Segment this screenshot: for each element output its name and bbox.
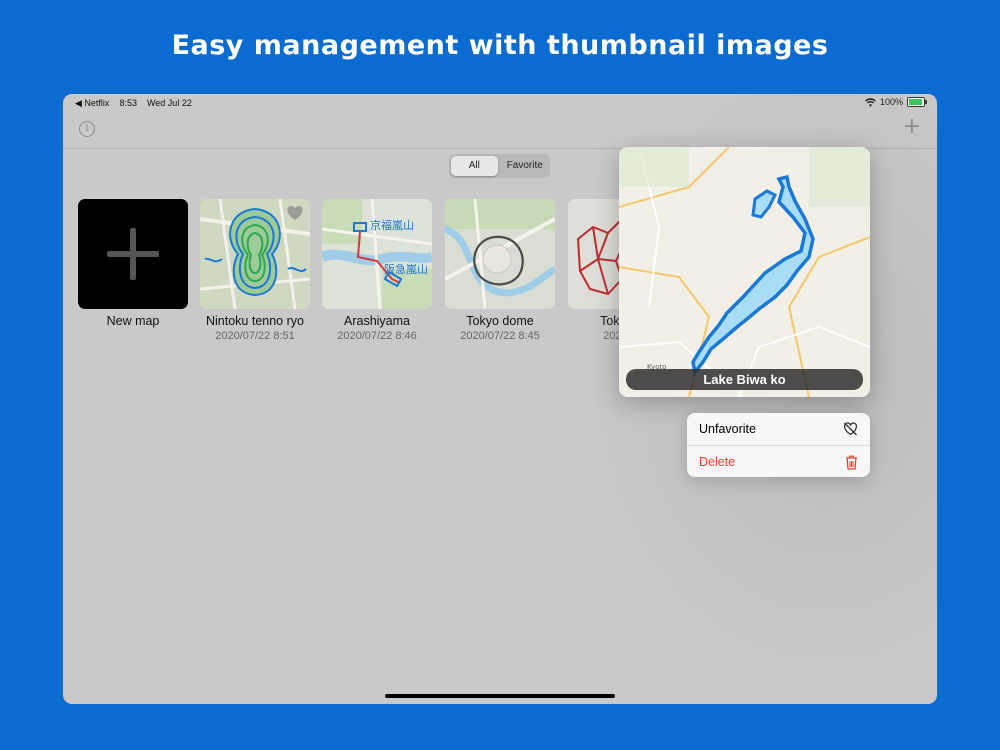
map-date: 2020/07/22 8:45: [460, 330, 540, 342]
unfavorite-label: Unfavorite: [699, 422, 756, 436]
heart-slash-icon: [843, 422, 858, 436]
map-image: [445, 199, 555, 309]
map-date: 2020/07/22 8:51: [215, 330, 295, 342]
plus-icon: [107, 228, 159, 280]
segment-favorite[interactable]: Favorite: [502, 156, 549, 176]
ipad-screen: ◀ Netflix 8:53 Wed Jul 22 100% i + All F…: [63, 94, 937, 704]
context-menu: Unfavorite Delete: [687, 413, 870, 477]
map-label-bottom: 阪急嵐山: [384, 262, 428, 276]
info-icon[interactable]: i: [79, 121, 95, 137]
map-tile-nintoku[interactable]: Nintoku tenno ryo 2020/07/22 8:51: [200, 199, 310, 342]
map-name: Arashiyama: [344, 314, 410, 328]
delete-label: Delete: [699, 455, 736, 469]
favorite-heart-icon: [287, 205, 303, 220]
map-thumbnail[interactable]: [200, 199, 310, 309]
plus-icon: +: [902, 114, 921, 139]
trash-icon: [846, 455, 857, 470]
home-indicator[interactable]: [385, 694, 615, 698]
wifi-icon: [865, 97, 876, 106]
map-image: 京福嵐山 阪急嵐山: [322, 199, 432, 309]
back-to-app[interactable]: ◀ Netflix: [75, 98, 109, 109]
delete-menu-item[interactable]: Delete: [687, 445, 870, 477]
map-date: 2020/07/22 8:46: [337, 330, 417, 342]
headline: Easy management with thumbnail images: [171, 30, 829, 61]
status-bar: ◀ Netflix 8:53 Wed Jul 22 100%: [63, 94, 937, 112]
map-tile-arashiyama[interactable]: 京福嵐山 阪急嵐山 Arashiyama 2020/07/22 8:46: [322, 199, 432, 342]
new-map-thumbnail[interactable]: [78, 199, 188, 309]
map-name: Tokyo dome: [466, 314, 534, 328]
battery-percent: 100%: [879, 97, 903, 107]
map-thumbnail[interactable]: [445, 199, 555, 309]
map-preview-card[interactable]: Kyoto Lake Biwa ko: [619, 147, 870, 397]
status-date: Wed Jul 22: [146, 98, 192, 108]
unfavorite-menu-item[interactable]: Unfavorite: [687, 413, 870, 445]
map-name: Nintoku tenno ryo: [206, 314, 304, 328]
new-map-tile[interactable]: New map: [78, 199, 188, 328]
preview-title: Lake Biwa ko: [626, 369, 863, 390]
map-name: New map: [106, 314, 160, 328]
map-thumbnail[interactable]: 京福嵐山 阪急嵐山: [322, 199, 432, 309]
battery-icon: [907, 97, 927, 107]
map-label-top: 京福嵐山: [370, 218, 414, 232]
map-tile-tokyo-dome[interactable]: Tokyo dome 2020/07/22 8:45: [445, 199, 555, 342]
add-map-button[interactable]: +: [903, 116, 921, 138]
lake-biwa-map: Kyoto: [619, 147, 870, 397]
status-time: 8:53: [119, 98, 137, 108]
filter-segmented-control: All Favorite: [449, 154, 550, 178]
battery-fill: [909, 99, 922, 105]
navigation-bar: i +: [63, 112, 937, 149]
segment-all[interactable]: All: [451, 156, 498, 176]
